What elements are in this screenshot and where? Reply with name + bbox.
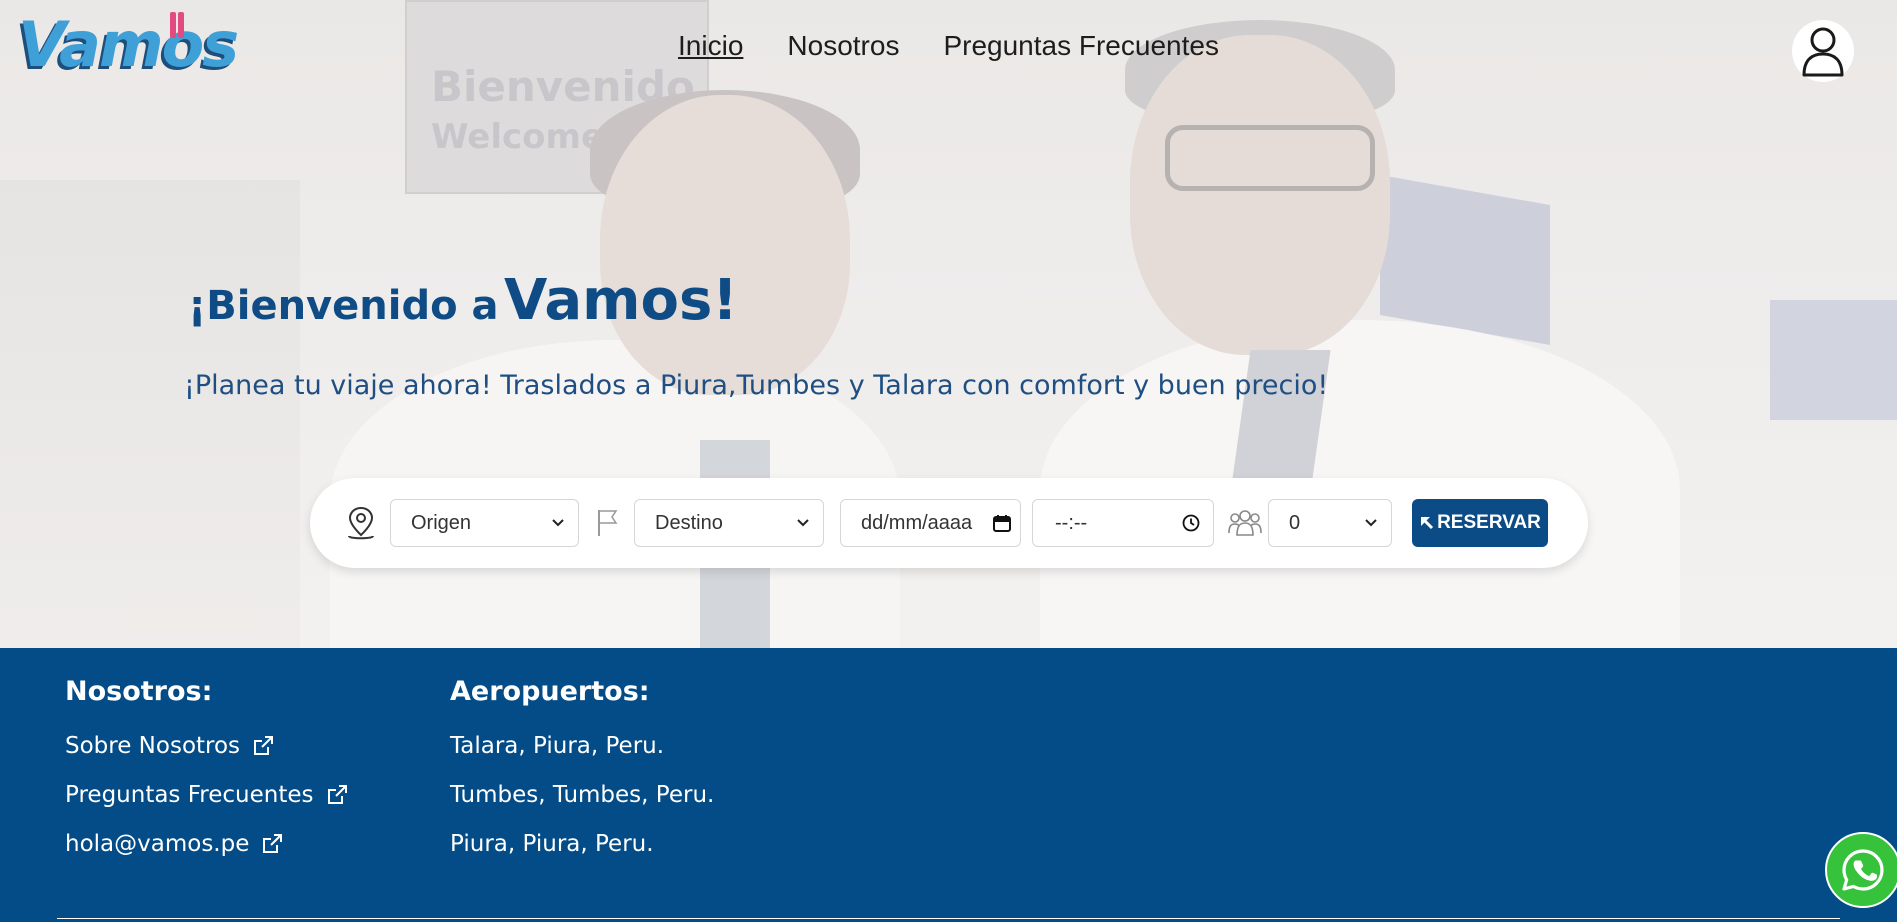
chevron-down-icon [783,518,823,528]
footer-link-label: hola@vamos.pe [65,831,250,857]
date-input-placeholder: dd/mm/aaaa [861,511,973,534]
chevron-down-icon [1351,518,1391,528]
external-link-icon [261,833,283,855]
footer-airport-item: Tumbes, Tumbes, Peru. [450,782,715,808]
footer-link-preguntas-frecuentes[interactable]: Preguntas Frecuentes [65,782,348,831]
nav-link-nosotros[interactable]: Nosotros [787,30,899,62]
destination-select[interactable]: Destino [634,499,824,547]
footer-airport-item: Piura, Piura, Peru. [450,831,654,857]
arrow-up-left-icon [1419,515,1435,531]
footer-link-sobre-nosotros[interactable]: Sobre Nosotros [65,733,348,782]
hero-title-prefix: ¡Bienvenido a [188,283,499,329]
passengers-select[interactable]: 0 [1268,499,1392,547]
hero-title-brand: Vamos! [504,268,738,333]
origin-select-value: Origen [411,511,472,534]
passengers-select-value: 0 [1289,511,1301,534]
reserve-button[interactable]: RESERVAR [1412,499,1548,547]
footer-divider [57,918,1840,919]
user-icon [1802,27,1844,77]
footer-airports-heading: Aeropuertos: [450,676,650,707]
whatsapp-icon [1842,849,1884,891]
footer-link-label: Preguntas Frecuentes [65,782,314,808]
origin-select[interactable]: Origen [390,499,579,547]
date-input[interactable]: dd/mm/aaaa [840,499,1021,547]
clock-icon[interactable] [1169,514,1213,532]
footer-about-column: Nosotros: Sobre Nosotros Preguntas Frecu… [65,676,348,880]
group-icon [1228,504,1262,540]
external-link-icon [252,735,274,757]
header: Vamos Inicio Nosotros Preguntas Frecuent… [0,0,1897,100]
whatsapp-button[interactable] [1825,832,1897,908]
time-input[interactable]: --:-- [1032,499,1214,547]
time-input-placeholder: --:-- [1055,511,1088,534]
booking-bar: Origen Destino dd/mm/aaaa --:-- 0 RESERV… [310,478,1588,568]
chevron-down-icon [538,518,578,528]
destination-select-value: Destino [655,511,723,534]
footer-link-email[interactable]: hola@vamos.pe [65,831,348,880]
footer-about-heading: Nosotros: [65,676,213,707]
hero-subtitle: ¡Planea tu viaje ahora! Traslados a Piur… [184,370,1329,401]
footer-airports-column: Aeropuertos: Talara, Piura, Peru. Tumbes… [450,676,714,880]
footer-airport-item: Talara, Piura, Peru. [450,733,665,759]
footer: Nosotros: Sobre Nosotros Preguntas Frecu… [0,648,1897,922]
reserve-button-label: RESERVAR [1437,512,1541,533]
map-pin-icon [345,504,377,542]
footer-link-label: Sobre Nosotros [65,733,241,759]
nav-link-preguntas-frecuentes[interactable]: Preguntas Frecuentes [943,30,1219,62]
external-link-icon [326,784,348,806]
nav-link-inicio[interactable]: Inicio [678,30,743,62]
user-account-button[interactable] [1792,20,1854,82]
main-nav: Inicio Nosotros Preguntas Frecuentes [0,30,1897,62]
hero-title: ¡Bienvenido a Vamos! [188,268,738,333]
calendar-icon[interactable] [984,514,1020,532]
flag-icon [593,506,621,540]
